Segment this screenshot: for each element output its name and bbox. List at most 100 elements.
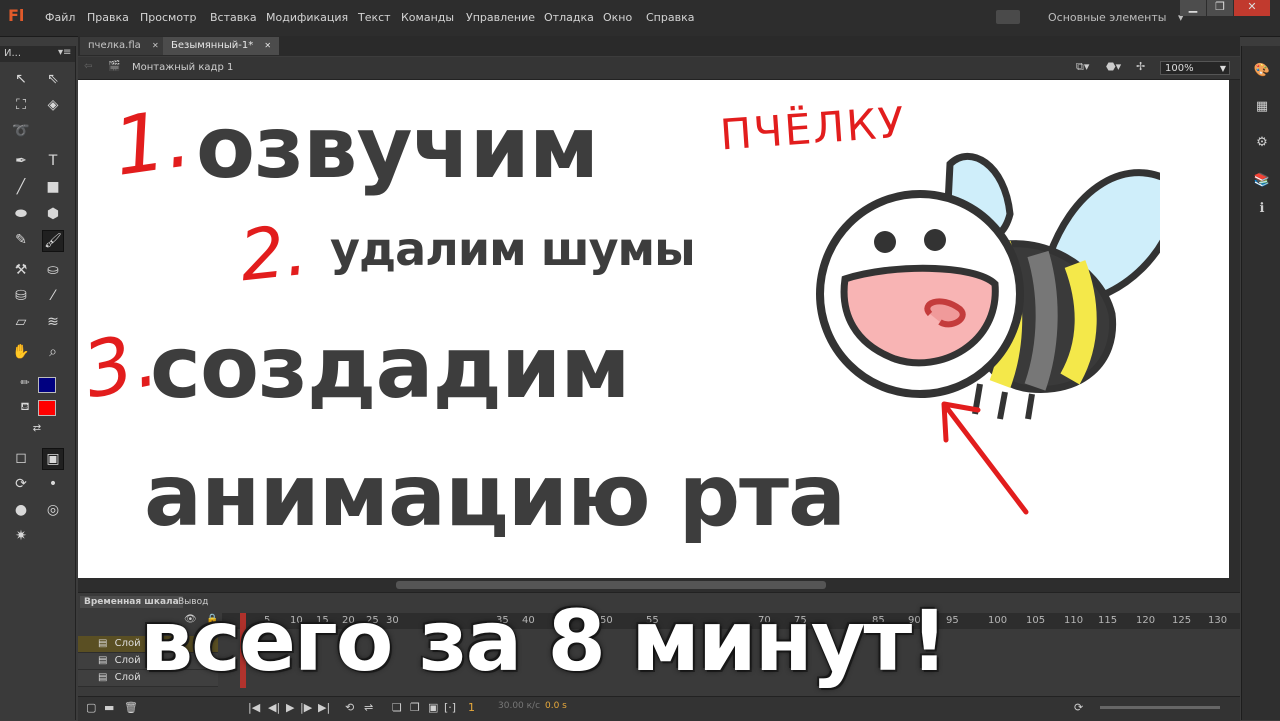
gear-icon[interactable] [996,10,1020,24]
tab-label: Безымянный-1* [171,40,254,51]
paint-bucket-icon[interactable]: ⛀ [42,259,64,281]
tab-label: пчелка.fla [88,40,141,51]
zoom-icon[interactable]: ⌕ [42,341,64,363]
new-layer-icon[interactable]: ▢ [86,701,96,714]
next-frame-icon[interactable]: |▶ [300,701,312,714]
workspace-switcher[interactable]: Основные элементы ▾ [1048,11,1183,24]
menu-edit[interactable]: Правка [87,11,129,24]
menu-help[interactable]: Справка [646,11,694,24]
close-window-button[interactable]: ✕ [1234,0,1270,16]
fill-color-swatch[interactable] [38,400,56,416]
line-ozvuchim: озвучим [196,98,599,198]
trash-icon[interactable]: 🗑 [124,701,138,714]
number-2: 2. [235,208,311,298]
layer-icon: ▤ [98,638,108,649]
tilt-icon[interactable]: ✷ [10,525,32,547]
subselection-icon[interactable]: ⇖ [42,68,64,90]
menu-window[interactable]: Окно [603,11,632,24]
first-frame-icon[interactable]: |◀ [248,701,260,714]
3d-rotation-icon[interactable]: ◈ [42,94,64,116]
new-folder-icon[interactable]: ▬ [104,701,114,714]
onion-markers-icon[interactable]: [·] [444,701,456,714]
fill-color-icon: ⛾ [20,400,30,413]
pressure-icon[interactable]: ◎ [42,499,64,521]
width-icon[interactable]: ≋ [42,311,64,333]
edit-scene-icon[interactable]: ⧉▾ [1076,60,1089,74]
line-sozdadim: создадим [150,318,631,418]
swatches-icon[interactable]: ▦ [1252,98,1272,116]
selection-icon[interactable]: ↖ [10,68,32,90]
play-icon[interactable]: ▶ [286,701,294,714]
layer-name: Слой [114,638,141,649]
menu-commands[interactable]: Команды [401,11,454,24]
snap-icon[interactable]: ▣ [42,448,64,470]
maximize-button[interactable]: ❐ [1207,0,1233,16]
stroke-color-icon: ✏ [20,376,30,389]
polystar-icon[interactable]: ⬢ [42,203,64,225]
menu-control[interactable]: Управление [466,11,535,24]
stage-canvas[interactable]: 1. озвучим ПЧЁЛКУ 2. удалим шумы 3. созд… [78,80,1229,578]
current-frame[interactable]: 1 [468,701,475,714]
back-arrow-icon[interactable]: ⇦ [84,61,92,72]
vertical-scrollbar[interactable] [1229,80,1240,578]
menu-view[interactable]: Просмотр [140,11,196,24]
line-icon[interactable]: ╱ [10,176,32,198]
time-readout[interactable]: 0.0 s [545,701,567,711]
menu-debug[interactable]: Отладка [544,11,594,24]
align-icon[interactable]: ⚙ [1252,134,1272,152]
center-stage-icon[interactable]: ✢ [1136,60,1145,73]
swap-colors-icon[interactable]: ⇄ [26,418,48,440]
close-icon[interactable]: ✕ [264,41,271,50]
loop-icon[interactable]: ⟲ [345,701,354,714]
properties-icon[interactable]: ℹ [1252,200,1272,218]
close-icon[interactable]: ✕ [152,41,159,50]
minimize-button[interactable]: ▁ [1180,0,1206,16]
tab-pchelka[interactable]: пчелка.fla ✕ [80,37,167,55]
hand-icon[interactable]: ✋ [10,341,32,363]
color-icon[interactable]: 🎨 [1252,62,1272,80]
oval-icon[interactable]: ⬬ [10,203,32,225]
object-drawing-icon[interactable]: ◻ [10,447,32,469]
edit-symbol-icon[interactable]: ⬣▾ [1106,60,1121,73]
smooth-icon[interactable]: ⟳ [10,473,32,495]
zoom-slider[interactable] [1100,706,1220,709]
pen-icon[interactable]: ✒ [10,150,32,172]
library-icon[interactable]: 📚 [1252,172,1272,190]
last-frame-icon[interactable]: ▶| [318,701,330,714]
eraser-icon[interactable]: ▱ [10,311,32,333]
free-transform-icon[interactable]: ⛶ [10,94,32,116]
refresh-icon[interactable]: ⟳ [1074,701,1083,714]
onion-skin-icon[interactable]: ❏ [392,701,402,714]
prev-frame-icon[interactable]: ◀| [268,701,280,714]
menu-modify[interactable]: Модификация [266,11,348,24]
brush-size-icon[interactable]: • [42,473,64,495]
tab-untitled[interactable]: Безымянный-1* ✕ [163,37,280,55]
tools-panel-header: И... ▾≡ [0,46,75,62]
lasso-icon[interactable]: ➰ [10,120,32,142]
workspace-label: Основные элементы [1048,11,1167,24]
stroke-color-swatch[interactable] [38,377,56,393]
menu-file[interactable]: Файл [45,11,75,24]
panel-menu-icon[interactable]: ▾≡ [58,47,71,58]
brush-icon[interactable]: 🖌 [42,230,64,252]
video-caption-overlay: всего за 8 минут! [140,592,949,690]
text-icon[interactable]: T [42,150,64,172]
edit-multiple-icon[interactable]: ▣ [428,701,438,714]
scene-label[interactable]: Монтажный кадр 1 [132,62,233,73]
rectangle-icon[interactable]: ■ [42,176,64,198]
menu-text[interactable]: Текст [358,11,391,24]
pencil-icon[interactable]: ✎ [10,229,32,251]
onion-outline-icon[interactable]: ❐ [410,701,420,714]
tools-panel-title: И... [4,48,22,59]
edit-bar [78,57,1240,80]
eyedropper-icon[interactable]: ⁄ [42,285,64,307]
zoom-select[interactable]: 100% ▼ [1160,61,1230,75]
bone-icon[interactable]: ⚒ [10,259,32,281]
ink-bottle-icon[interactable]: ⛁ [10,285,32,307]
brush-shape-icon[interactable]: ● [10,499,32,521]
horizontal-scroll-thumb[interactable] [396,581,826,589]
center-frame-icon[interactable]: ⇌ [364,701,373,714]
menu-insert[interactable]: Вставка [210,11,257,24]
layer-icon: ▤ [98,655,108,666]
fps-readout[interactable]: 30.00 к/с [498,701,540,711]
